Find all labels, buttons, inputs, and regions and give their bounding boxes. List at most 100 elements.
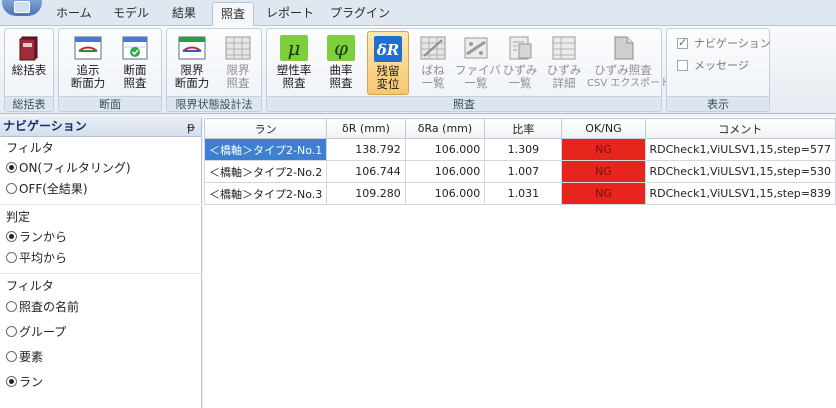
filter-element-option[interactable]: 要素 — [6, 348, 43, 365]
filter-element-label: 要素 — [19, 350, 44, 364]
filter-element-radio[interactable] — [6, 351, 17, 362]
filter-check-name-radio[interactable] — [6, 301, 17, 312]
filter-section-title: フィルタ — [6, 141, 54, 155]
column-header-delta-ra[interactable]: δRa (mm) — [404, 118, 486, 139]
strain-csv-export-button[interactable]: ひずみ照査 CSV エクスポート — [587, 31, 670, 95]
results-grid: ラン δR (mm) δRa (mm) 比率 OK/NG コメント ＜橋軸＞タイ… — [203, 117, 836, 408]
summary-table-label: 総括表 — [11, 63, 47, 77]
ratio-cell: 1.031 — [484, 182, 563, 205]
message-toggle[interactable]: メッセージ — [677, 57, 749, 73]
app-logo-icon — [14, 1, 30, 13]
filter-run-radio[interactable] — [6, 376, 17, 387]
strain-detail-label-2: 詳細 — [552, 76, 576, 90]
fiber-list-button[interactable]: ファイバ 一覧 — [455, 31, 501, 95]
residual-displacement-button[interactable]: δR 残留 変位 — [367, 31, 409, 95]
tab-model[interactable]: モデル — [105, 2, 157, 26]
column-header-delta-r[interactable]: δR (mm) — [326, 118, 406, 139]
ribbon: 総括表 総括表 追示 断面力 断面 照査 断面 限界 断面力 限界 照査 限界状… — [0, 26, 836, 114]
strain-csv-export-label-1: ひずみ照査 — [594, 63, 652, 77]
judge-section-title: 判定 — [6, 210, 31, 224]
run-cell[interactable]: ＜橋軸＞タイプ2-No.3 — [203, 182, 328, 205]
filter-on-option[interactable]: ON(フィルタリング) — [6, 159, 131, 176]
application-menu-button[interactable] — [2, 0, 42, 16]
filter-off-radio[interactable] — [6, 183, 17, 194]
summary-book-icon — [19, 36, 38, 61]
message-checkbox[interactable] — [677, 60, 688, 71]
residual-displacement-label-2: 変位 — [376, 77, 400, 91]
curvature-check-label-2: 照査 — [329, 76, 353, 90]
group-limit-state: 限界 断面力 限界 照査 限界状態設計法 — [166, 28, 262, 112]
section-divider — [0, 204, 202, 205]
column-header-ok-ng[interactable]: OK/NG — [561, 118, 646, 139]
comment-cell: RDCheck1,ViULSV1,15,step=577 — [644, 138, 836, 161]
filter-by-section-title: フィルタ — [6, 279, 54, 293]
table-row[interactable]: ＜橋軸＞タイプ2-No.1 138.792 106.000 1.309 NG R… — [203, 138, 836, 161]
filter-on-label: ON(フィルタリング) — [19, 161, 131, 175]
delta-r-icon: δR — [374, 36, 402, 62]
ok-ng-cell: NG — [561, 138, 646, 161]
delta-ra-cell: 106.000 — [404, 160, 486, 183]
judge-from-run-option[interactable]: ランから — [6, 228, 67, 245]
table-row[interactable]: ＜橋軸＞タイプ2-No.3 109.280 106.000 1.031 NG R… — [203, 182, 836, 205]
filter-group-label: グループ — [19, 325, 67, 339]
filter-check-name-option[interactable]: 照査の名前 — [6, 298, 79, 315]
comment-cell: RDCheck1,ViULSV1,15,step=839 — [644, 182, 836, 205]
limit-force-button[interactable]: 限界 断面力 — [169, 31, 215, 95]
group-display: ナビゲーション メッセージ 表示 — [666, 28, 771, 112]
tab-report[interactable]: レポート — [258, 2, 322, 26]
tab-home[interactable]: ホーム — [48, 2, 100, 26]
filter-off-option[interactable]: OFF(全結果) — [6, 180, 88, 197]
filter-group-radio[interactable] — [6, 326, 17, 337]
column-header-comment[interactable]: コメント — [644, 118, 836, 139]
group-label-section: 断面 — [59, 96, 161, 111]
navigation-toggle[interactable]: ナビゲーション — [677, 35, 771, 51]
delta-r-cell: 109.280 — [326, 182, 406, 205]
run-cell[interactable]: ＜橋軸＞タイプ2-No.2 — [203, 160, 328, 183]
pin-icon[interactable]: ᵽ — [187, 118, 195, 137]
plasticity-check-label-2: 照査 — [282, 76, 306, 90]
spring-list-button[interactable]: ばね 一覧 — [413, 31, 453, 95]
tab-check[interactable]: 照査 — [212, 2, 255, 27]
additional-force-label-2: 断面力 — [70, 76, 106, 90]
filter-off-label: OFF(全結果) — [19, 182, 88, 196]
summary-table-button[interactable]: 総括表 — [8, 31, 50, 95]
judge-from-average-radio[interactable] — [6, 252, 17, 263]
group-label-check: 照査 — [267, 96, 661, 111]
ribbon-tab-row: ホーム モデル 結果 照査 レポート プラグイン — [0, 0, 836, 27]
section-divider — [0, 273, 202, 274]
ratio-cell: 1.007 — [484, 160, 563, 183]
group-label-summary: 総括表 — [5, 96, 53, 111]
strain-detail-button[interactable]: ひずみ 詳細 — [543, 31, 585, 95]
curvature-check-button[interactable]: φ 曲率 照査 — [319, 31, 363, 95]
limit-force-label-2: 断面力 — [174, 76, 210, 90]
navigation-toggle-label: ナビゲーション — [694, 37, 771, 50]
run-cell[interactable]: ＜橋軸＞タイプ2-No.1 — [203, 138, 328, 161]
filter-on-radio[interactable] — [6, 162, 17, 173]
plasticity-check-button[interactable]: μ 塑性率 照査 — [271, 31, 317, 95]
ratio-cell: 1.309 — [484, 138, 563, 161]
tab-plugin[interactable]: プラグイン — [322, 2, 398, 26]
strain-list-label-2: 一覧 — [508, 76, 532, 90]
table-row[interactable]: ＜橋軸＞タイプ2-No.2 106.744 106.000 1.007 NG R… — [203, 160, 836, 183]
svg-text:φ: φ — [334, 36, 348, 60]
strain-list-button[interactable]: ひずみ 一覧 — [499, 31, 541, 95]
additional-force-button[interactable]: 追示 断面力 — [65, 31, 111, 95]
judge-from-average-option[interactable]: 平均から — [6, 249, 67, 266]
column-header-ratio[interactable]: 比率 — [484, 118, 563, 139]
judge-from-run-radio[interactable] — [6, 231, 17, 242]
column-header-run[interactable]: ラン — [203, 118, 328, 139]
tab-results[interactable]: 結果 — [164, 2, 204, 26]
limit-check-button[interactable]: 限界 照査 — [217, 31, 259, 95]
filter-run-option[interactable]: ラン — [6, 373, 43, 390]
group-label-limit-state: 限界状態設計法 — [167, 96, 261, 111]
navigation-checkbox[interactable] — [677, 36, 688, 49]
mu-icon: μ — [280, 35, 308, 61]
group-label-display: 表示 — [667, 96, 769, 111]
filter-group-option[interactable]: グループ — [6, 323, 66, 340]
judge-from-average-label: 平均から — [19, 251, 68, 265]
section-check-label-2: 照査 — [123, 76, 147, 90]
strain-list-icon — [509, 36, 532, 60]
strain-detail-icon — [552, 36, 576, 60]
section-check-button[interactable]: 断面 照査 — [113, 31, 157, 95]
limit-check-grid-icon — [225, 36, 251, 60]
